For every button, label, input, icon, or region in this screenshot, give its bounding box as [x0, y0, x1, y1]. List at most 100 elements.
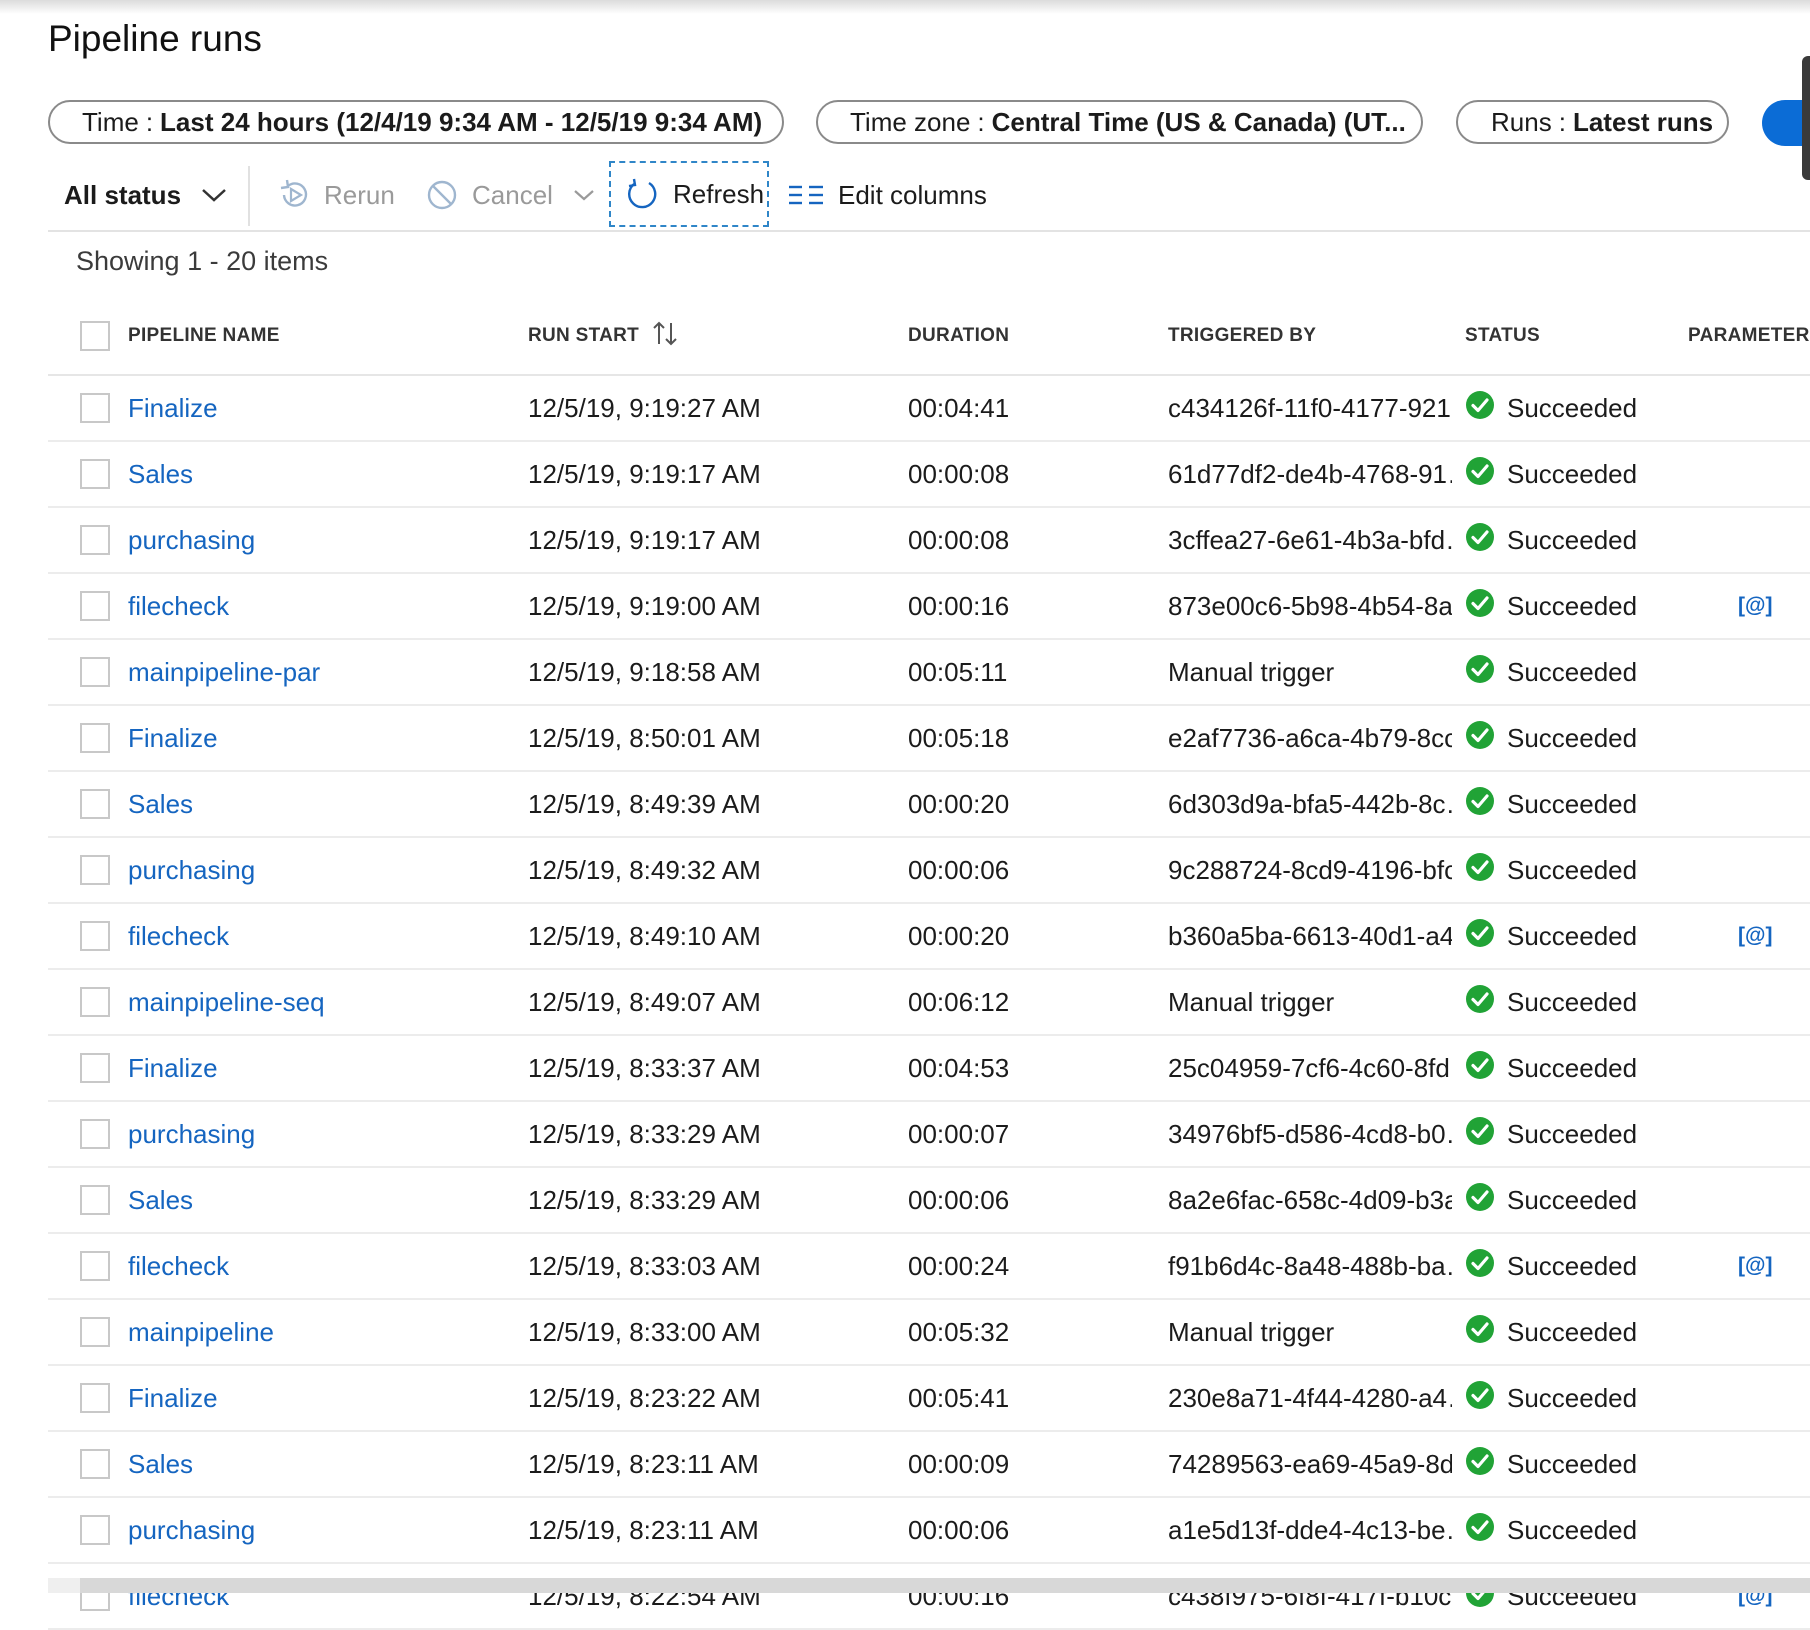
parameters-link[interactable]: [@] — [1688, 1254, 1772, 1278]
sort-arrows-icon[interactable] — [651, 320, 679, 352]
row-checkbox[interactable] — [80, 1251, 110, 1281]
row-checkbox[interactable] — [80, 525, 110, 555]
table-row[interactable]: Sales 12/5/19, 8:33:29 AM 00:00:06 8a2e6fac… — [48, 1168, 1810, 1234]
pipeline-name-link[interactable]: Finalize — [128, 1036, 508, 1100]
row-select[interactable] — [80, 1564, 114, 1628]
row-checkbox[interactable] — [80, 1515, 110, 1545]
columns-icon — [788, 183, 824, 207]
horizontal-scrollbar[interactable] — [48, 1578, 1810, 1593]
table-row[interactable]: mainpipeline 12/5/19, 8:33:00 AM 00:05:32 M… — [48, 1300, 1810, 1366]
row-checkbox[interactable] — [80, 1119, 110, 1149]
pipeline-name-link[interactable]: mainpipeline — [128, 1300, 508, 1364]
row-checkbox[interactable] — [80, 789, 110, 819]
pipeline-name-link[interactable]: Finalize — [128, 376, 508, 440]
row-checkbox[interactable] — [80, 1053, 110, 1083]
pipeline-name-link[interactable]: Sales — [128, 1168, 508, 1232]
row-checkbox[interactable] — [80, 855, 110, 885]
time-range-filter[interactable]: Time: Last 24 hours (12/4/19 9:34 AM - 12… — [48, 100, 784, 144]
column-header-pipeline-name[interactable]: PIPELINE NAME — [128, 298, 508, 374]
pipeline-name-link[interactable]: mainpipeline-seq — [128, 970, 508, 1034]
pipeline-name-link[interactable]: Finalize — [128, 706, 508, 770]
row-checkbox[interactable] — [80, 459, 110, 489]
row-checkbox[interactable] — [80, 1185, 110, 1215]
parameters-link[interactable]: [@] — [1688, 924, 1772, 948]
row-checkbox[interactable] — [80, 657, 110, 687]
table-row[interactable]: Finalize 12/5/19, 9:19:27 AM 00:04:41 c4341… — [48, 376, 1810, 442]
row-checkbox[interactable] — [80, 921, 110, 951]
row-select[interactable] — [80, 1168, 114, 1232]
row-checkbox[interactable] — [80, 393, 110, 423]
row-select[interactable] — [80, 706, 114, 770]
pipeline-name-link[interactable]: mainpipeline-par — [128, 640, 508, 704]
table-row[interactable]: mainpipeline-par 12/5/19, 9:18:58 AM 00:05… — [48, 640, 1810, 706]
pipeline-name-link[interactable]: filecheck — [128, 1234, 508, 1298]
pipeline-name-link[interactable]: Sales — [128, 1432, 508, 1496]
table-row[interactable]: filecheck 12/5/19, 8:33:03 AM 00:00:24 f91b… — [48, 1234, 1810, 1300]
scroll-left-arrow[interactable] — [48, 1578, 80, 1593]
status-filter-dropdown[interactable]: All status — [64, 160, 227, 230]
column-header-duration[interactable]: DURATION — [908, 298, 1138, 374]
row-select[interactable] — [80, 1300, 114, 1364]
column-header-run-start[interactable]: RUN START — [528, 298, 888, 374]
table-row[interactable]: filecheck 12/5/19, 9:19:00 AM 00:00:16 873e… — [48, 574, 1810, 640]
table-row[interactable]: filecheck 12/5/19, 8:49:10 AM 00:00:20 b360… — [48, 904, 1810, 970]
pipeline-name-link[interactable]: Finalize — [128, 1366, 508, 1430]
pipeline-name-link[interactable]: Sales — [128, 442, 508, 506]
pipeline-name-link[interactable]: filecheck — [128, 1564, 508, 1628]
table-row[interactable]: Sales 12/5/19, 8:23:11 AM 00:00:09 74289563… — [48, 1432, 1810, 1498]
column-header-triggered-by[interactable]: TRIGGERED BY — [1168, 298, 1452, 374]
row-select[interactable] — [80, 640, 114, 704]
table-row[interactable]: Finalize 12/5/19, 8:50:01 AM 00:05:18 e2af7… — [48, 706, 1810, 772]
column-header-parameters[interactable]: PARAMETERS — [1688, 298, 1810, 374]
row-checkbox[interactable] — [80, 1383, 110, 1413]
row-select[interactable] — [80, 1036, 114, 1100]
timezone-filter[interactable]: Time zone: Central Time (US & Canada) (UT… — [816, 100, 1423, 144]
pipeline-name-link[interactable]: purchasing — [128, 1102, 508, 1166]
table-row[interactable]: Finalize 12/5/19, 8:33:37 AM 00:04:53 25c04… — [48, 1036, 1810, 1102]
row-select[interactable] — [80, 574, 114, 638]
pipeline-name-link[interactable]: purchasing — [128, 508, 508, 572]
table-row[interactable]: purchasing 12/5/19, 9:19:17 AM 00:00:08 3cf… — [48, 508, 1810, 574]
table-row[interactable]: filecheck 12/5/19, 8:22:54 AM 00:00:16 c438… — [48, 1564, 1810, 1630]
pipeline-name-link[interactable]: Sales — [128, 772, 508, 836]
column-header-status[interactable]: STATUS — [1465, 298, 1665, 374]
table-row[interactable]: purchasing 12/5/19, 8:49:32 AM 00:00:06 9c2… — [48, 838, 1810, 904]
row-select[interactable] — [80, 1498, 114, 1562]
row-checkbox[interactable] — [80, 1449, 110, 1479]
table-row[interactable]: purchasing 12/5/19, 8:23:11 AM 00:00:06 a1e… — [48, 1498, 1810, 1564]
pipeline-name-link[interactable]: filecheck — [128, 904, 508, 968]
rerun-button[interactable]: Rerun — [278, 160, 395, 230]
select-all-checkbox[interactable] — [80, 321, 110, 351]
status-label: Succeeded — [1507, 1118, 1638, 1149]
row-select[interactable] — [80, 1366, 114, 1430]
table-row[interactable]: Sales 12/5/19, 9:19:17 AM 00:00:08 61d77df2… — [48, 442, 1810, 508]
row-select[interactable] — [80, 772, 114, 836]
row-select[interactable] — [80, 1234, 114, 1298]
row-select[interactable] — [80, 508, 114, 572]
refresh-button[interactable]: Refresh — [609, 161, 769, 227]
row-select[interactable] — [80, 1102, 114, 1166]
row-checkbox[interactable] — [80, 987, 110, 1017]
row-select[interactable] — [80, 1432, 114, 1496]
row-select[interactable] — [80, 838, 114, 902]
row-select[interactable] — [80, 442, 114, 506]
table-row[interactable]: mainpipeline-seq 12/5/19, 8:49:07 AM 00:06… — [48, 970, 1810, 1036]
row-select[interactable] — [80, 376, 114, 440]
cancel-button[interactable]: Cancel — [426, 160, 595, 230]
triggered-by-cell: c434126f-11f0-4177-921 — [1168, 392, 1451, 423]
parameters-link[interactable]: [@] — [1688, 594, 1772, 618]
runs-filter[interactable]: Runs: Latest runs — [1456, 100, 1729, 144]
pipeline-name-link[interactable]: purchasing — [128, 838, 508, 902]
table-row[interactable]: Finalize 12/5/19, 8:23:22 AM 00:05:41 230e8… — [48, 1366, 1810, 1432]
header-select-all[interactable] — [80, 298, 114, 374]
row-checkbox[interactable] — [80, 591, 110, 621]
pipeline-name-link[interactable]: filecheck — [128, 574, 508, 638]
row-select[interactable] — [80, 904, 114, 968]
pipeline-name-link[interactable]: purchasing — [128, 1498, 508, 1562]
row-select[interactable] — [80, 970, 114, 1034]
table-row[interactable]: Sales 12/5/19, 8:49:39 AM 00:00:20 6d303d9a… — [48, 772, 1810, 838]
row-checkbox[interactable] — [80, 723, 110, 753]
edit-columns-button[interactable]: Edit columns — [788, 160, 987, 230]
table-row[interactable]: purchasing 12/5/19, 8:33:29 AM 00:00:07 349… — [48, 1102, 1810, 1168]
row-checkbox[interactable] — [80, 1317, 110, 1347]
